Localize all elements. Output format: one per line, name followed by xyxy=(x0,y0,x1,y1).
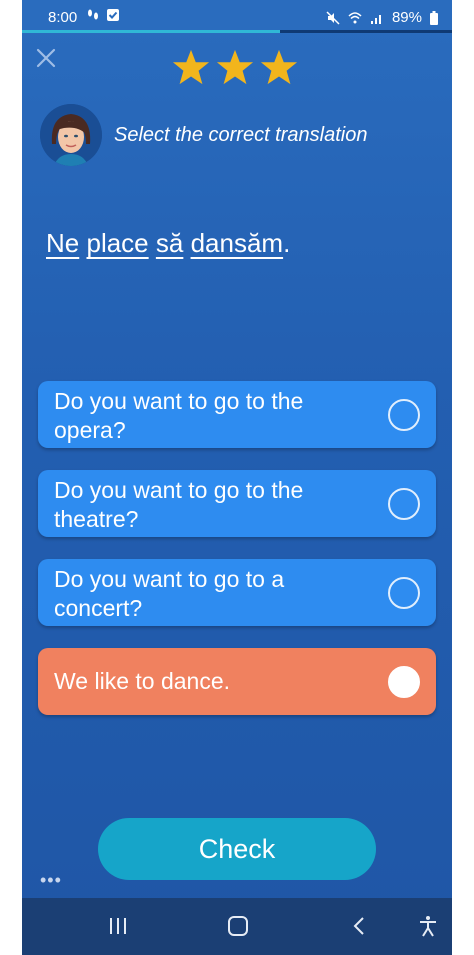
status-right-icons: 89% xyxy=(326,9,438,26)
option-line-1: Do you want to go to the xyxy=(54,388,304,414)
battery-percent: 89% xyxy=(391,9,422,26)
sentence-word[interactable]: Ne xyxy=(46,228,79,258)
star-icon xyxy=(172,49,210,85)
radio-icon xyxy=(388,487,420,520)
home-icon[interactable] xyxy=(226,914,250,938)
recent-apps-icon[interactable] xyxy=(106,914,130,938)
option-line-2: opera? xyxy=(54,417,126,443)
footsteps-icon xyxy=(88,9,98,20)
option-line-1: Do you want to go to the xyxy=(54,477,304,503)
avatar xyxy=(40,104,102,166)
battery-icon xyxy=(430,10,438,25)
option-line-2: concert? xyxy=(54,595,143,621)
check-button[interactable]: Check xyxy=(98,818,376,880)
star-icon xyxy=(260,49,298,85)
answer-option[interactable]: Do you want to go to the theatre? xyxy=(38,470,436,537)
sentence-word[interactable]: place xyxy=(86,228,148,258)
instruction-text: Select the correct translation xyxy=(114,124,368,146)
status-bar: 8:00 89% xyxy=(22,0,452,34)
option-line-1: Do you want to go to a xyxy=(54,566,285,592)
system-nav-bar xyxy=(22,898,452,955)
signal-icon xyxy=(370,14,381,24)
status-notification-icons xyxy=(86,8,120,22)
option-line-1: We like to dance. xyxy=(54,668,231,694)
lesson-progress-fill xyxy=(22,30,280,33)
radio-icon xyxy=(388,398,420,431)
answer-option[interactable]: Do you want to go to a concert? xyxy=(38,559,436,626)
star-icon xyxy=(216,49,254,85)
close-icon[interactable] xyxy=(34,46,58,70)
more-icon[interactable]: ••• xyxy=(40,870,62,891)
accessibility-icon[interactable] xyxy=(416,914,440,938)
wifi-icon xyxy=(348,11,362,23)
answer-option[interactable]: We like to dance. xyxy=(38,648,436,715)
checkbox-icon xyxy=(107,9,119,21)
answer-option[interactable]: Do you want to go to the opera? xyxy=(38,381,436,448)
status-time: 8:00 xyxy=(48,9,78,26)
radio-icon xyxy=(388,665,420,698)
source-sentence: Ne place să dansăm. xyxy=(46,228,290,259)
mute-icon xyxy=(326,10,340,25)
sentence-word[interactable]: să xyxy=(156,228,183,258)
app-screen: 8:00 89% Select the correct translation … xyxy=(22,0,452,955)
sentence-word[interactable]: dansăm xyxy=(191,228,284,258)
back-icon[interactable] xyxy=(348,914,372,938)
option-line-2: theatre? xyxy=(54,506,139,532)
rating-stars xyxy=(172,48,298,86)
radio-icon xyxy=(388,576,420,609)
sentence-period: . xyxy=(283,228,291,258)
lesson-progress-bar xyxy=(22,30,452,33)
